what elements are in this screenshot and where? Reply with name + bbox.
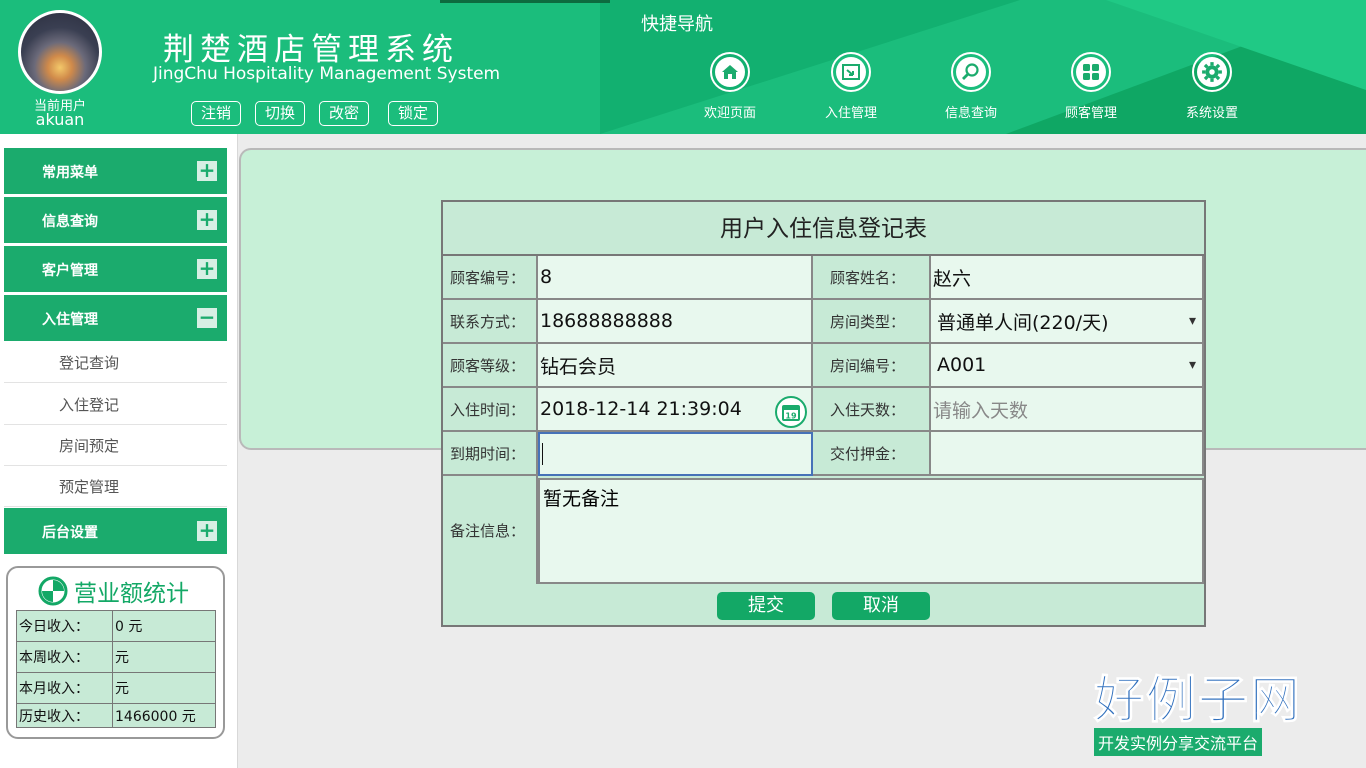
nav-settings-label: 系统设置 [1185, 106, 1238, 121]
customer-name-field[interactable]: 赵六 [931, 256, 1204, 300]
table-row: 本周收入：元 [16, 641, 216, 673]
menu-checkin-label: 入住管理 [42, 312, 98, 328]
submenu-label: 预定管理 [59, 478, 120, 496]
revenue-table: 今日收入： 0 元 本周收入：元 本月收入：元 历史收入： 1466000 元 [16, 610, 216, 728]
expand-icon[interactable]: + [197, 209, 217, 230]
room-type-select[interactable]: 普通单人间(220/天) [931, 300, 1204, 344]
nav-query[interactable]: 信息查询 [931, 52, 1011, 121]
stay-days-label: 入住天数： [813, 388, 931, 432]
menu-common-label: 常用菜单 [42, 165, 98, 181]
switch-user-button[interactable]: 切换 [255, 101, 305, 126]
watermark-logo: 好例子网 开发实例分享交流平台 [1094, 670, 1320, 756]
submenu-label: 登记查询 [59, 354, 120, 372]
checkin-icon [836, 57, 866, 87]
remark-textarea[interactable]: 暂无备注 [538, 478, 1204, 584]
avatar[interactable] [18, 10, 102, 94]
home-icon [715, 57, 745, 87]
customer-id-field[interactable]: 8 [538, 256, 813, 300]
deposit-input[interactable] [931, 432, 1204, 476]
menu-checkin[interactable]: 入住管理 − [4, 295, 227, 341]
submenu-item-reserve-manage[interactable]: 预定管理 [4, 466, 227, 507]
menu-customer-label: 客户管理 [42, 263, 98, 279]
system-subtitle: JingChu Hospitality Management System [153, 64, 501, 84]
submenu-label: 房间预定 [59, 437, 120, 455]
contact-label: 联系方式： [443, 300, 538, 344]
table-row: 本月收入：元 [16, 672, 216, 704]
cancel-button[interactable]: 取消 [832, 592, 930, 620]
grid-icon [1076, 57, 1106, 87]
submenu-item-register-query[interactable]: 登记查询 [4, 342, 227, 383]
expand-icon[interactable]: + [197, 258, 217, 279]
nav-checkin[interactable]: 入住管理 [811, 52, 891, 121]
form-title: 用户入住信息登记表 [443, 202, 1204, 256]
pie-chart-icon [38, 576, 68, 606]
nav-checkin-label: 入住管理 [824, 106, 877, 121]
current-user-name: akuan [35, 110, 85, 129]
lock-button[interactable]: 锁定 [388, 101, 438, 126]
customer-id-label: 顾客编号： [443, 256, 538, 300]
nav-welcome-label: 欢迎页面 [703, 106, 756, 121]
checkin-form: 用户入住信息登记表 顾客编号： 8 顾客姓名： 赵六 联系方式： 1868888… [441, 200, 1206, 627]
room-type-label: 房间类型： [813, 300, 931, 344]
revenue-stats-title: 营业额统计 [74, 581, 189, 607]
checkin-time-field[interactable]: 2018-12-14 21:39:04 19 [538, 388, 813, 432]
revenue-stats-panel: 营业额统计 今日收入： 0 元 本周收入：元 本月收入：元 历史收入： 146600… [6, 566, 225, 739]
nav-customers[interactable]: 顾客管理 [1051, 52, 1131, 121]
quick-nav-title: 快捷导航 [641, 14, 713, 35]
submenu-item-checkin-register[interactable]: 入住登记 [4, 384, 227, 425]
expand-icon[interactable]: + [197, 520, 217, 541]
checkin-time-value: 2018-12-14 21:39:04 [540, 398, 742, 420]
submenu-label: 入住登记 [59, 396, 120, 414]
system-title: 荆楚酒店管理系统 [163, 32, 459, 68]
nav-settings[interactable]: 系统设置 [1172, 52, 1252, 121]
text-cursor [542, 443, 543, 465]
contact-field[interactable]: 18688888888 [538, 300, 813, 344]
watermark-brand: 好例子网 [1094, 670, 1302, 730]
change-password-button[interactable]: 改密 [319, 101, 369, 126]
nav-welcome[interactable]: 欢迎页面 [690, 52, 770, 121]
menu-info-query-label: 信息查询 [42, 214, 98, 230]
menu-common[interactable]: 常用菜单 + [4, 148, 227, 194]
gear-icon [1197, 57, 1227, 87]
deposit-label: 交付押金： [813, 432, 931, 476]
menu-backend-label: 后台设置 [42, 525, 98, 541]
collapse-icon[interactable]: − [197, 307, 217, 328]
remark-label: 备注信息： [443, 476, 538, 584]
table-row: 历史收入： 1466000 元 [16, 703, 216, 728]
due-time-input[interactable] [538, 432, 813, 476]
watermark-slogan: 开发实例分享交流平台 [1094, 728, 1263, 756]
table-row: 今日收入： 0 元 [16, 610, 216, 642]
stay-days-input[interactable]: 请输入天数 [931, 388, 1204, 432]
calendar-icon[interactable]: 19 [775, 396, 807, 428]
search-icon [956, 57, 986, 87]
menu-backend-settings[interactable]: 后台设置 + [4, 508, 227, 554]
level-field[interactable]: 钻石会员 [538, 344, 813, 388]
calendar-day: 19 [785, 412, 797, 421]
due-time-label: 到期时间： [443, 432, 538, 476]
customer-name-label: 顾客姓名： [813, 256, 931, 300]
level-label: 顾客等级： [443, 344, 538, 388]
room-number-select[interactable]: A001 [931, 344, 1204, 388]
app-header: 当前用户 akuan 荆楚酒店管理系统 JingChu Hospitality … [0, 0, 1366, 134]
checkin-time-label: 入住时间： [443, 388, 538, 432]
menu-info-query[interactable]: 信息查询 + [4, 197, 227, 243]
nav-query-label: 信息查询 [944, 106, 997, 121]
expand-icon[interactable]: + [197, 160, 217, 181]
submit-button[interactable]: 提交 [717, 592, 815, 620]
menu-customer[interactable]: 客户管理 + [4, 246, 227, 292]
room-number-label: 房间编号： [813, 344, 931, 388]
submenu-item-room-reserve[interactable]: 房间预定 [4, 425, 227, 466]
logout-button[interactable]: 注销 [191, 101, 241, 126]
nav-customers-label: 顾客管理 [1064, 106, 1117, 121]
